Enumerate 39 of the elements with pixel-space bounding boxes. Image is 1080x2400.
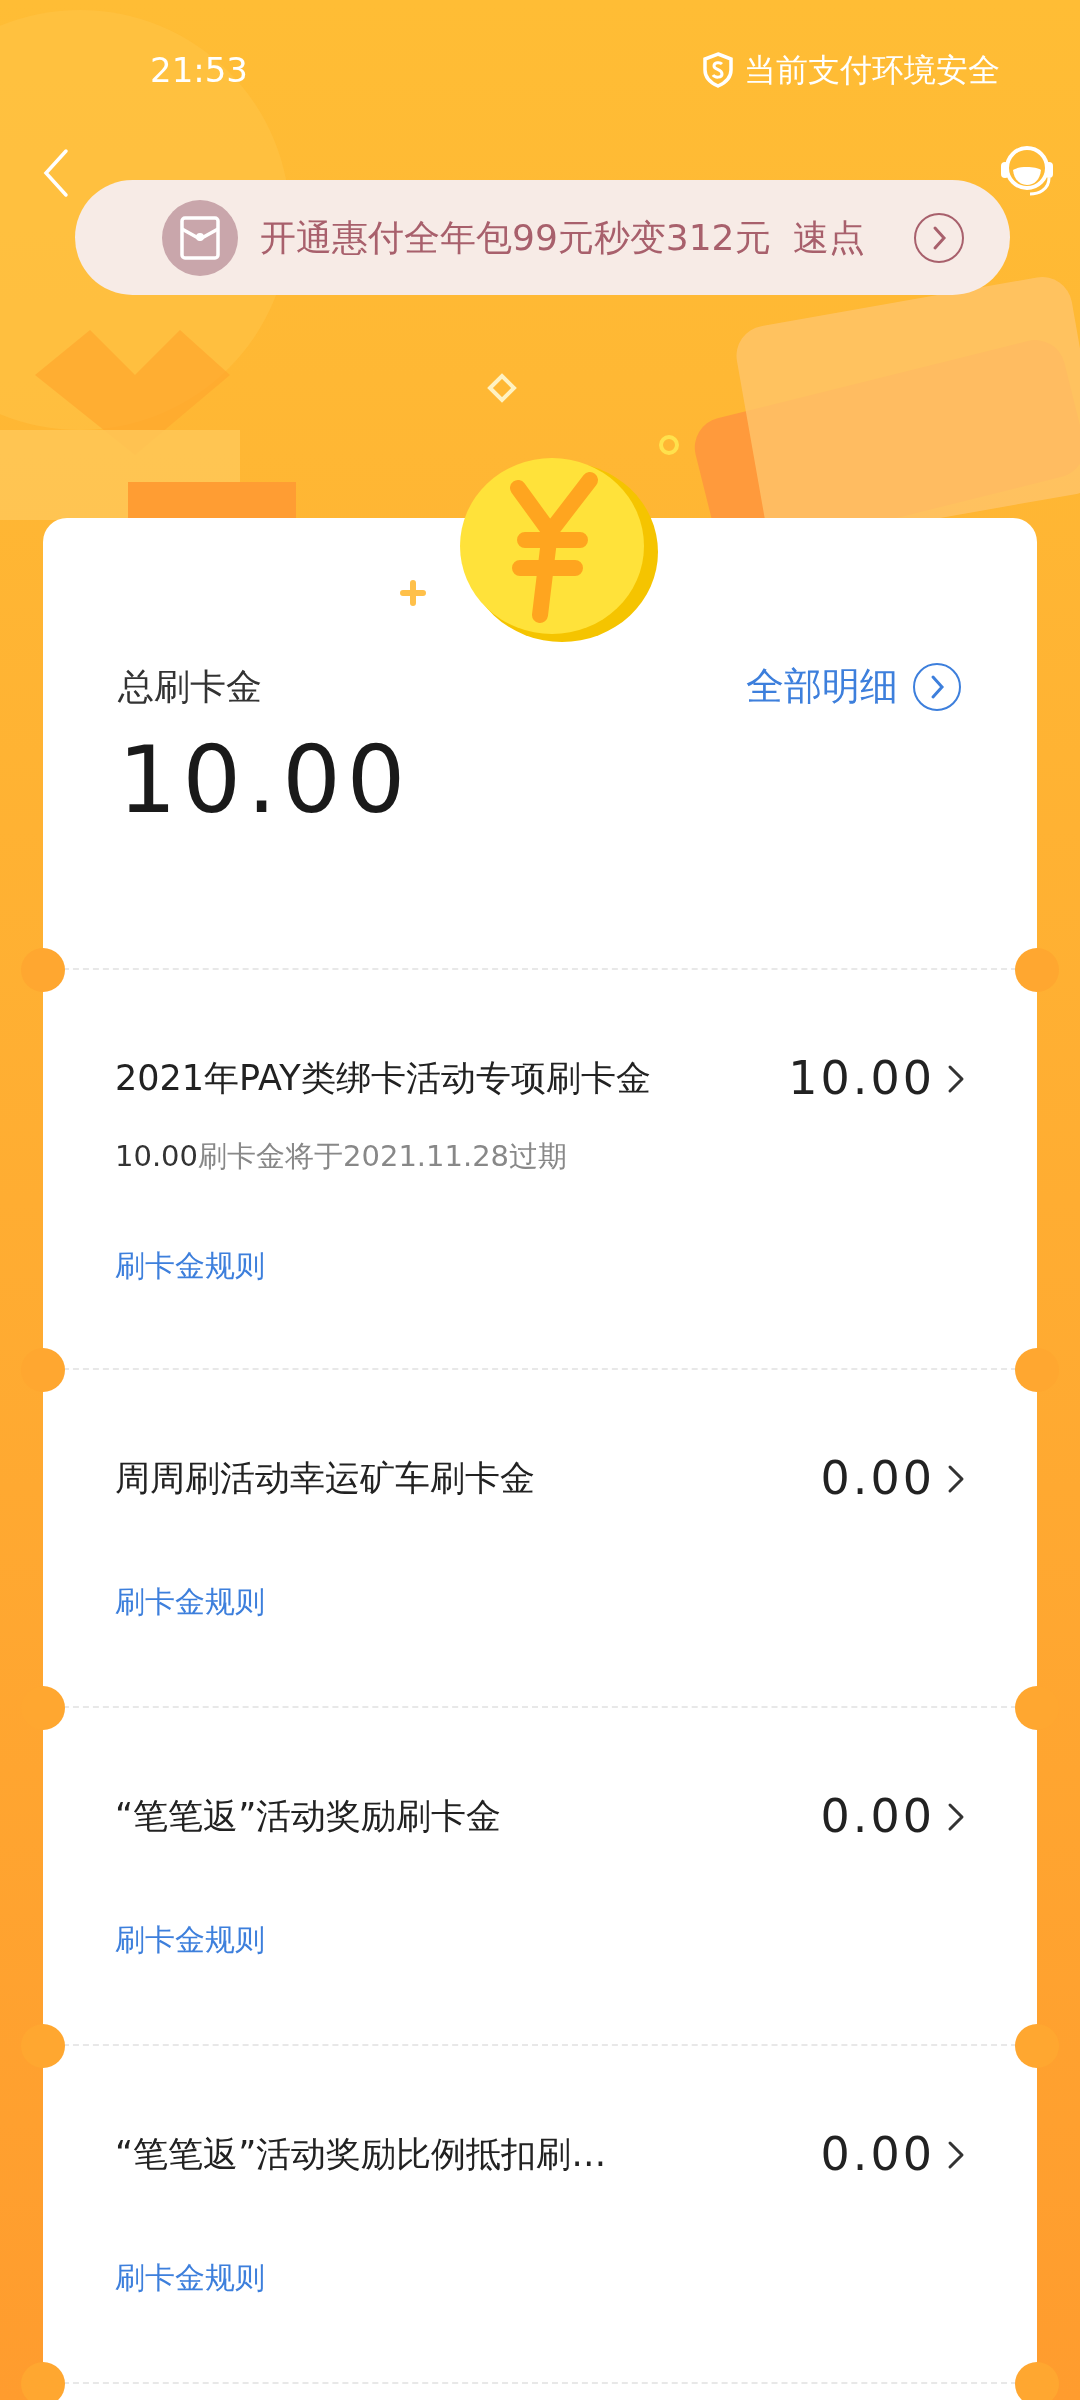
reward-title: 2021年PAY类绑卡活动专项刷卡金 <box>115 1057 651 1101</box>
back-icon[interactable] <box>42 148 70 198</box>
sparkle-icon <box>400 580 426 606</box>
security-status: 当前支付环境安全 <box>744 50 1000 91</box>
rules-link[interactable]: 刷卡金规则 <box>115 1247 265 1283</box>
ticket-notch <box>1015 948 1059 992</box>
status-time: 21:53 <box>150 48 248 92</box>
chevron-circle-icon <box>913 211 965 264</box>
chevron-right-icon <box>947 1463 965 1494</box>
reward-row[interactable]: “笔笔返”活动奖励刷卡金 0.00 <box>115 1782 965 1851</box>
reward-amount: 0.00 <box>820 1788 935 1845</box>
chevron-circle-icon <box>912 661 962 712</box>
ticket-notch <box>21 2024 65 2068</box>
details-link[interactable]: 全部明细 <box>746 658 962 715</box>
reward-title: 周周刷活动幸运矿车刷卡金 <box>115 1457 535 1501</box>
chevron-right-icon <box>947 1063 965 1094</box>
ticket-notch <box>21 948 65 992</box>
reward-amount: 0.00 <box>820 2126 935 2183</box>
total-amount: 10.00 <box>118 735 413 827</box>
reward-amount: 0.00 <box>820 1450 935 1507</box>
ticket-notch <box>1015 2024 1059 2068</box>
shield-icon <box>702 52 734 88</box>
promo-text: 开通惠付全年包99元秒变312元 速点 <box>260 215 867 260</box>
reward-row[interactable]: 周周刷活动幸运矿车刷卡金 0.00 <box>115 1444 965 1513</box>
rules-link[interactable]: 刷卡金规则 <box>115 1922 265 1957</box>
ticket-notch <box>1015 2362 1059 2400</box>
rules-link[interactable]: 刷卡金规则 <box>115 2260 265 2295</box>
chevron-right-icon <box>947 2139 965 2170</box>
rules-link[interactable]: 刷卡金规则 <box>115 1584 265 1619</box>
chevron-right-icon <box>947 1801 965 1832</box>
expiry-note: 10.00刷卡金将于2021.11.28过期 <box>115 1138 569 1175</box>
reward-row[interactable]: “笔笔返”活动奖励比例抵扣刷… 0.00 <box>115 2120 965 2189</box>
total-label: 总刷卡金 <box>118 664 262 709</box>
reward-amount: 10.00 <box>788 1050 935 1107</box>
reward-title: “笔笔返”活动奖励比例抵扣刷… <box>115 2133 607 2177</box>
promo-banner[interactable]: 开通惠付全年包99元秒变312元 速点 <box>75 180 1010 295</box>
reward-title: “笔笔返”活动奖励刷卡金 <box>115 1795 502 1839</box>
ticket-notch <box>21 2362 65 2400</box>
reward-row[interactable]: 2021年PAY类绑卡活动专项刷卡金 10.00 <box>115 1044 965 1113</box>
